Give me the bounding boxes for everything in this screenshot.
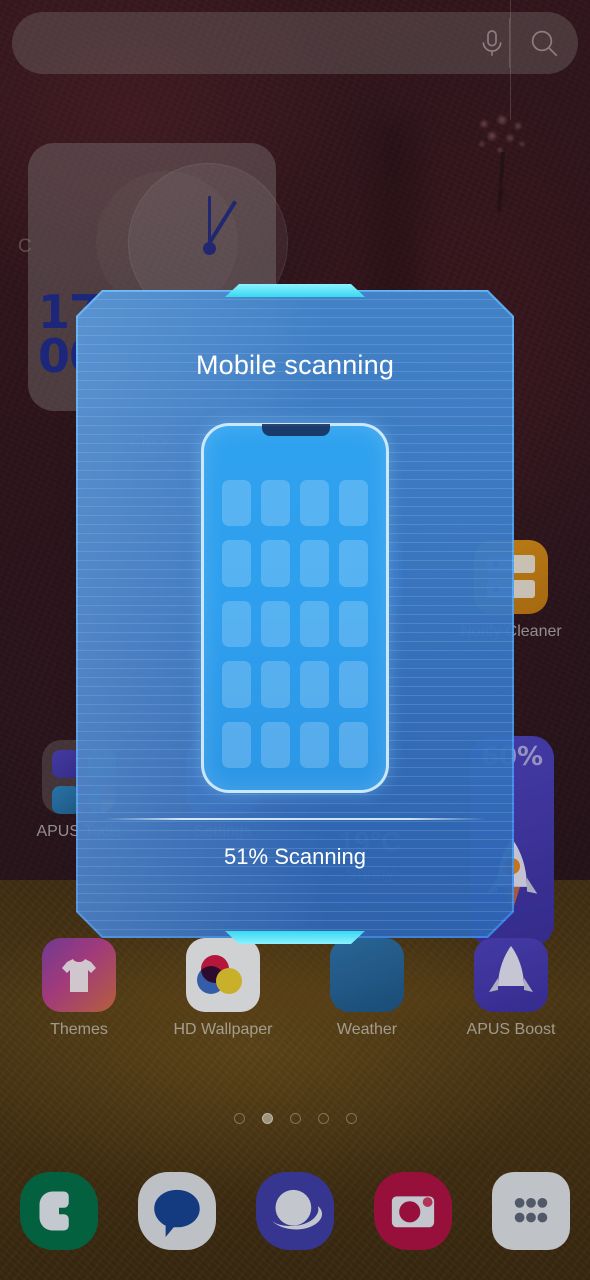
phone-app-grid (222, 480, 368, 768)
phone-app-tile (261, 721, 290, 768)
phone-app-tile (261, 540, 290, 587)
phone-app-tile (339, 600, 368, 648)
phone-app-tile (339, 721, 368, 768)
overlay-top-notch (225, 284, 365, 297)
phone-illustration (201, 423, 389, 793)
phone-app-tile (222, 480, 251, 527)
phone-app-tile (300, 661, 329, 708)
phone-app-tile (339, 661, 368, 708)
phone-app-tile (300, 540, 329, 587)
phone-app-tile (261, 661, 290, 708)
phone-app-tile (339, 540, 368, 587)
overlay-status-text: 51% Scanning (224, 844, 366, 869)
phone-app-tile (222, 600, 251, 648)
phone-app-tile (300, 721, 329, 768)
phone-app-tile (222, 661, 251, 708)
overlay-divider (104, 818, 486, 820)
phone-notch (262, 424, 330, 436)
phone-app-tile (222, 721, 251, 768)
phone-app-tile (300, 600, 329, 648)
phone-app-tile (339, 480, 368, 527)
mobile-scanning-overlay: Mobile scanning 51% Scanning (76, 284, 514, 944)
phone-app-tile (300, 480, 329, 527)
phone-app-tile (222, 540, 251, 587)
phone-app-tile (261, 600, 290, 648)
overlay-bottom-notch (225, 931, 365, 944)
overlay-title: Mobile scanning (195, 350, 395, 380)
phone-app-tile (261, 480, 290, 527)
